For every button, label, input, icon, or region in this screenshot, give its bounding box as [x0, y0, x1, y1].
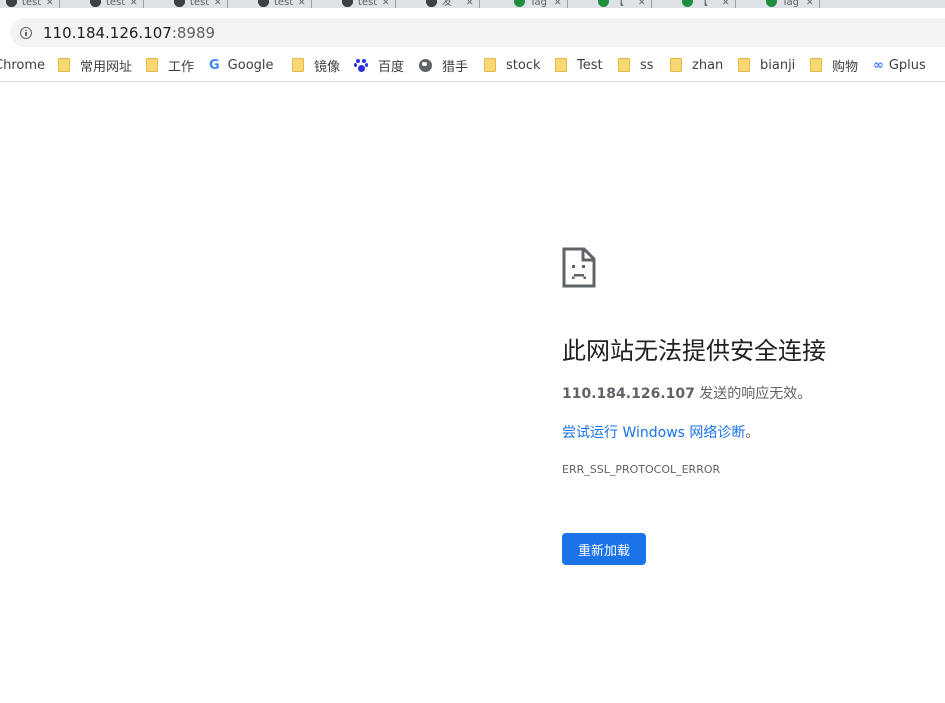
tab-separator	[310, 0, 312, 8]
bookmark-label: Chrome	[0, 57, 45, 73]
tab-separator	[650, 0, 652, 8]
url-host: 110.184.126.107	[43, 23, 172, 42]
tab[interactable]: test ✕	[342, 0, 396, 8]
folder-icon	[738, 58, 750, 72]
github-icon	[342, 0, 353, 7]
bookmarks-bar: Chrome 常用网址 工作 G Google 镜像 百度 猎手 stock T…	[0, 48, 945, 82]
github-icon	[174, 0, 185, 7]
close-icon[interactable]: ✕	[382, 0, 390, 8]
close-icon[interactable]: ✕	[214, 0, 222, 8]
tab-strip: test ✕ test ✕ test ✕ test ✕ test ✕ 发 ✕ Tag ✕ 【✕…	[0, 0, 945, 8]
folder-icon	[555, 58, 567, 72]
tab[interactable]: test ✕	[90, 0, 144, 8]
folder-icon	[618, 58, 630, 72]
url-port: :8989	[171, 23, 216, 42]
bookmark-label: 购物	[832, 59, 859, 75]
bookmark-folder[interactable]: 常用网址	[58, 56, 133, 75]
folder-icon	[670, 58, 682, 72]
tab-separator	[818, 0, 820, 8]
bookmark-label: 镜像	[314, 59, 341, 75]
folder-icon	[58, 58, 70, 72]
github-icon	[426, 0, 437, 7]
bookmark-baidu[interactable]: 百度	[354, 56, 405, 75]
bookmark-label: zhan	[692, 57, 724, 73]
bookmark-label: 百度	[378, 59, 405, 75]
bookmark-folder[interactable]: zhan	[670, 56, 723, 74]
tab-separator	[394, 0, 396, 8]
close-icon[interactable]: ✕	[638, 0, 646, 8]
bookmark-label: 工作	[168, 59, 195, 75]
tab[interactable]: test ✕	[258, 0, 312, 8]
diagnostics-line: 尝试运行 Windows 网络诊断。	[562, 422, 759, 442]
globe-icon	[419, 58, 432, 72]
close-icon[interactable]: ✕	[806, 0, 814, 8]
bookmark-folder[interactable]: bianji	[738, 56, 795, 74]
network-diagnostics-link[interactable]: 尝试运行 Windows 网络诊断	[562, 425, 745, 441]
sad-document-icon	[562, 247, 596, 288]
bookmark-lieshou[interactable]: 猎手	[419, 56, 469, 75]
google-icon: G	[209, 57, 220, 73]
bookmark-folder[interactable]: stock	[484, 56, 541, 74]
bookmark-folder[interactable]: 购物	[810, 56, 859, 75]
close-icon[interactable]: ✕	[46, 0, 54, 8]
gplus-icon: ∞	[873, 57, 884, 73]
github-icon	[90, 0, 101, 7]
bookmark-label: Test	[577, 57, 603, 73]
reload-button[interactable]: 重新加载	[562, 533, 646, 565]
bookmark-folder[interactable]: ss	[618, 56, 654, 74]
bookmark-folder[interactable]: 镜像	[292, 56, 341, 75]
tab[interactable]: 发 ✕	[426, 0, 480, 8]
bookmark-label: ss	[640, 57, 654, 73]
folder-icon	[292, 58, 304, 72]
tab-separator	[566, 0, 568, 8]
bookmark-label: 猎手	[442, 59, 469, 75]
error-host: 110.184.126.107	[562, 386, 695, 402]
address-bar[interactable]: 110.184.126.107:8989	[10, 18, 945, 47]
toolbar: 110.184.126.107:8989	[0, 8, 945, 48]
error-code: ERR_SSL_PROTOCOL_ERROR	[562, 463, 721, 476]
baidu-paw-icon	[354, 58, 368, 72]
github-icon	[6, 0, 17, 7]
tab-separator	[226, 0, 228, 8]
tab[interactable]: 【✕	[598, 0, 652, 8]
green-dot-icon	[766, 0, 777, 7]
tab-separator	[734, 0, 736, 8]
bookmark-google[interactable]: G Google	[209, 56, 274, 74]
close-icon[interactable]: ✕	[130, 0, 138, 8]
bookmark-label: bianji	[760, 57, 796, 73]
bookmark-label: 常用网址	[80, 59, 133, 75]
bookmark-gplus[interactable]: ∞ Gplus	[873, 56, 926, 74]
diagnostics-period: 。	[745, 425, 760, 441]
bookmark-label: Google	[227, 57, 274, 73]
tab-separator	[58, 0, 60, 8]
close-icon[interactable]: ✕	[554, 0, 562, 8]
tab[interactable]: Tag ✕	[514, 0, 568, 8]
bookmark-folder[interactable]: Test	[555, 56, 603, 74]
github-icon	[258, 0, 269, 7]
bookmark-label: Gplus	[888, 57, 926, 73]
folder-icon	[484, 58, 496, 72]
bookmark-chrome[interactable]: Chrome	[0, 56, 45, 74]
tab[interactable]: 【✕	[682, 0, 736, 8]
site-info-icon[interactable]	[20, 26, 32, 39]
green-dot-icon	[598, 0, 609, 7]
bookmark-folder[interactable]: 工作	[146, 56, 195, 75]
close-icon[interactable]: ✕	[466, 0, 474, 8]
green-dot-icon	[514, 0, 525, 7]
tab[interactable]: test ✕	[174, 0, 228, 8]
folder-icon	[810, 58, 822, 72]
url-text[interactable]: 110.184.126.107:8989	[43, 24, 215, 42]
error-title: 此网站无法提供安全连接	[562, 337, 826, 365]
bookmark-label: stock	[506, 57, 541, 73]
error-description: 110.184.126.107 发送的响应无效。	[562, 383, 811, 403]
tab-separator	[478, 0, 480, 8]
folder-icon	[146, 58, 158, 72]
green-dot-icon	[682, 0, 693, 7]
error-description-text: 发送的响应无效。	[694, 386, 812, 402]
close-icon[interactable]: ✕	[722, 0, 730, 8]
tab-separator	[142, 0, 144, 8]
tab[interactable]: Tag ✕	[766, 0, 820, 8]
close-icon[interactable]: ✕	[298, 0, 306, 8]
tab[interactable]: test ✕	[6, 0, 60, 8]
